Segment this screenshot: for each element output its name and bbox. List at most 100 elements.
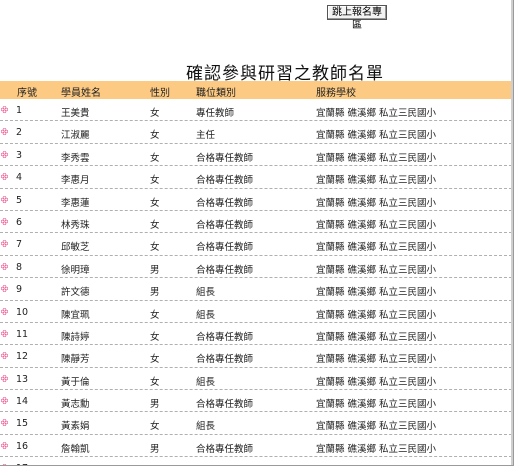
row-number: 14: [16, 396, 29, 408]
table-row: 14 黃志勳 男 合格專任教師 宜蘭縣 礁溪鄉 私立三民國小: [0, 390, 512, 413]
flower-bullet-icon: [1, 441, 8, 449]
table-row: 1 王美貴 女 專任教師 宜蘭縣 礁溪鄉 私立三民國小: [0, 99, 512, 122]
teacher-sex: 女: [150, 175, 160, 187]
flower-bullet-icon: [1, 397, 8, 405]
flower-bullet-icon: [2, 464, 7, 465]
position-type: 合格專任教師: [196, 197, 254, 209]
table-row: 13 黃于倫 女 組長 宜蘭縣 礁溪鄉 私立三民國小: [0, 368, 512, 391]
row-number: 10: [16, 306, 29, 318]
flower-bullet-icon: [1, 352, 8, 360]
position-type: 組長: [196, 421, 216, 433]
school-name: 宜蘭縣 礁溪鄉 私立三民國小: [316, 152, 437, 164]
flower-bullet-icon: [1, 262, 8, 270]
school-name: 宜蘭縣 礁溪鄉 私立三民國小: [316, 443, 437, 455]
teacher-sex: 女: [150, 219, 160, 231]
back-to-registration-button[interactable]: 跳上報名專區: [327, 5, 387, 31]
teacher-name: 邱敏芝: [61, 242, 90, 254]
table-row: 2 江淑麗 女 主任 宜蘭縣 礁溪鄉 私立三民國小: [0, 121, 512, 144]
teacher-sex: 女: [150, 376, 160, 388]
position-type: 合格專任教師: [196, 443, 254, 455]
table-header: 序號 學員姓名 性別 職位類別 服務學校: [0, 81, 512, 99]
table-row: 6 林秀珠 女 合格專任教師 宜蘭縣 礁溪鄉 私立三民國小: [0, 211, 512, 234]
col-header-sex: 性別: [150, 88, 170, 99]
school-name: 宜蘭縣 礁溪鄉 私立三民國小: [316, 219, 437, 231]
flower-bullet-icon: [1, 173, 8, 181]
position-type: 合格專任教師: [196, 463, 253, 465]
school-name: 宜蘭縣 礁溪鄉 私立三民國小: [316, 463, 436, 465]
position-type: 合格專任教師: [196, 399, 254, 411]
teacher-name: 黃志勳: [61, 399, 90, 411]
teacher-name: 陳詩婷: [61, 331, 90, 343]
row-number: 1: [16, 105, 23, 116]
flower-bullet-icon: [1, 128, 8, 136]
col-header-type: 職位類別: [196, 88, 236, 99]
table-row: 15 黃素娟 女 組長 宜蘭縣 礁溪鄉 私立三民國小: [0, 412, 512, 435]
page-frame: 跳上報名專區 確認參與研習之教師名單 序號 學員姓名 性別 職位類別 服務學校 …: [0, 0, 514, 466]
teacher-name: 陳靜芳: [61, 354, 90, 366]
col-header-no: 序號: [17, 88, 37, 99]
table-row: 17 潘麗秋 男 合格專任教師 宜蘭縣 礁溪鄉 私立三民國小: [0, 457, 512, 465]
teacher-sex: 女: [150, 130, 160, 142]
row-number: 8: [16, 261, 23, 273]
row-number: 4: [16, 172, 23, 184]
table-row: 10 陳宜珮 女 組長 宜蘭縣 礁溪鄉 私立三民國小: [0, 301, 512, 323]
flower-bullet-icon: [1, 195, 8, 203]
position-type: 合格專任教師: [196, 264, 254, 276]
position-type: 合格專任教師: [196, 152, 254, 164]
row-number: 17: [16, 463, 28, 465]
flower-bullet-icon: [1, 419, 8, 427]
position-type: 合格專任教師: [196, 219, 254, 231]
table-row: 11 陳詩婷 女 合格專任教師 宜蘭縣 礁溪鄉 私立三民國小: [0, 323, 512, 346]
teacher-sex: 女: [150, 421, 160, 433]
col-header-school: 服務學校: [316, 88, 356, 99]
teacher-name: 黃素娟: [61, 421, 90, 433]
flower-bullet-icon: [1, 285, 8, 293]
teacher-sex: 男: [150, 399, 160, 411]
school-name: 宜蘭縣 礁溪鄉 私立三民國小: [316, 399, 437, 411]
teacher-name: 王美貴: [61, 108, 90, 119]
flower-bullet-icon: [1, 106, 8, 113]
position-type: 合格專任教師: [196, 242, 254, 254]
teacher-list: 1 王美貴女專任教師 宜蘭縣 礁溪鄉 私立三民國小 2 江淑麗女主任 宜蘭縣 礁溪鄉 私立…: [0, 99, 512, 465]
teacher-sex: 女: [150, 152, 160, 164]
teacher-sex: 女: [150, 309, 160, 321]
teacher-sex: 女: [150, 354, 160, 366]
school-name: 宜蘭縣 礁溪鄉 私立三民國小: [316, 309, 437, 321]
school-name: 宜蘭縣 礁溪鄉 私立三民國小: [316, 421, 437, 433]
table-row: 3 李秀雲 女 合格專任教師 宜蘭縣 礁溪鄉 私立三民國小: [0, 144, 512, 167]
table-row: 4 李惠月 女 合格專任教師 宜蘭縣 礁溪鄉 私立三民國小: [0, 166, 512, 189]
position-type: 專任教師: [196, 108, 235, 119]
teacher-name: 黃于倫: [61, 376, 90, 388]
school-name: 宜蘭縣 礁溪鄉 私立三民國小: [316, 264, 437, 276]
table-row: 5 李惠蓮 女 合格專任教師 宜蘭縣 礁溪鄉 私立三民國小: [0, 189, 512, 211]
row-number: 13: [16, 373, 29, 385]
table-row: 9 許文德 男 組長 宜蘭縣 礁溪鄉 私立三民國小: [0, 278, 512, 301]
teacher-sex: 女: [150, 197, 160, 209]
row-number: 9: [16, 284, 23, 296]
teacher-name: 徐明璋: [61, 264, 90, 276]
row-number: 7: [16, 239, 23, 251]
table-row: 16 詹翰凱 男 合格專任教師 宜蘭縣 礁溪鄉 私立三民國小: [0, 435, 512, 458]
teacher-name: 潘麗秋: [61, 463, 90, 465]
school-name: 宜蘭縣 礁溪鄉 私立三民國小: [316, 130, 437, 142]
flower-bullet-icon: [1, 217, 8, 225]
teacher-sex: 女: [150, 242, 160, 254]
teacher-name: 李惠蓮: [61, 197, 90, 209]
teacher-name: 李惠月: [61, 175, 90, 187]
teacher-name: 許文德: [61, 287, 90, 299]
flower-bullet-icon: [1, 307, 8, 315]
teacher-sex: 女: [150, 108, 160, 119]
school-name: 宜蘭縣 礁溪鄉 私立三民國小: [316, 376, 437, 388]
flower-bullet-icon: [1, 329, 8, 337]
teacher-sex: 女: [150, 331, 160, 343]
school-name: 宜蘭縣 礁溪鄉 私立三民國小: [316, 175, 437, 187]
teacher-sex: 男: [150, 463, 160, 465]
teacher-sex: 男: [150, 443, 160, 455]
table-row: 8 徐明璋 男 合格專任教師 宜蘭縣 礁溪鄉 私立三民國小: [0, 256, 512, 279]
school-name: 宜蘭縣 礁溪鄉 私立三民國小: [316, 197, 437, 209]
flower-bullet-icon: [1, 374, 8, 382]
teacher-sex: 男: [150, 264, 160, 276]
flower-bullet-icon: [1, 240, 8, 248]
teacher-name: 陳宜珮: [61, 309, 90, 321]
position-type: 合格專任教師: [196, 175, 254, 187]
